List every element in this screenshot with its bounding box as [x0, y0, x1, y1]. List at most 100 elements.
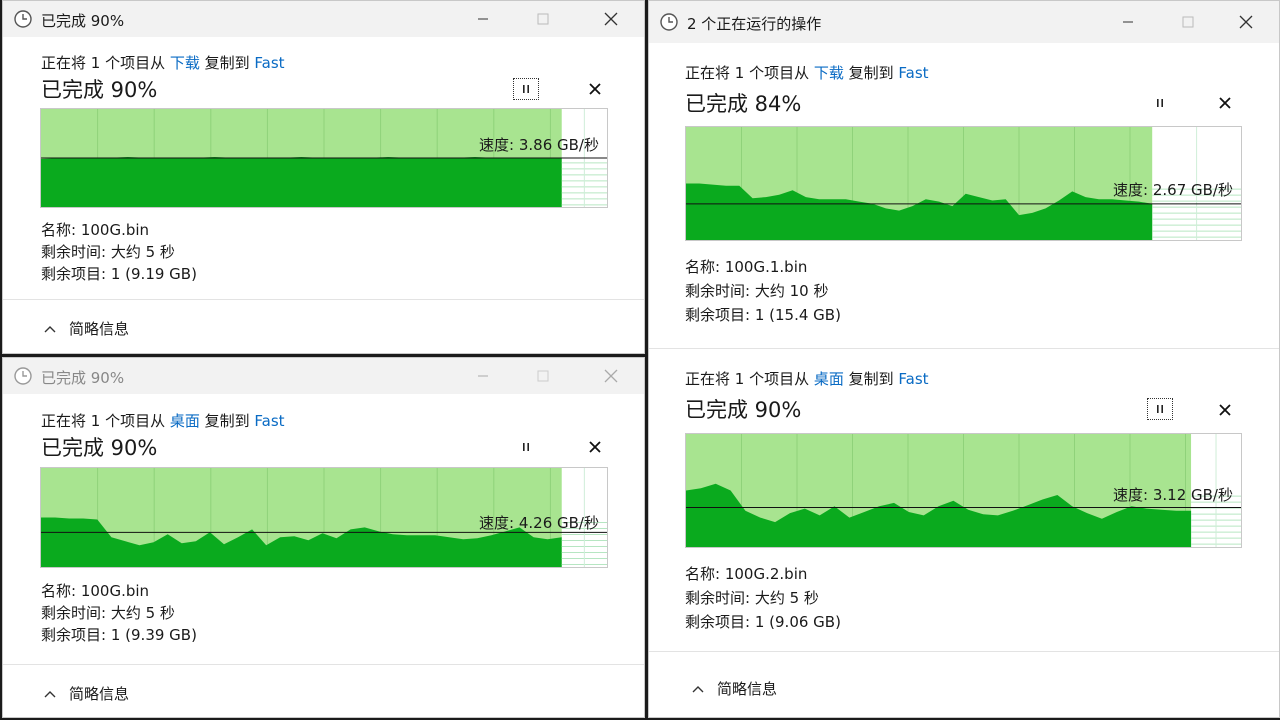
clock-icon: [13, 366, 33, 390]
pause-button[interactable]: [513, 78, 539, 100]
cancel-operation-button[interactable]: [1213, 91, 1237, 115]
speed-history-area: [41, 157, 562, 207]
close-icon: [604, 12, 618, 26]
pause-icon: [523, 443, 529, 451]
speed-label: 速度: 4.26 GB/秒: [479, 514, 599, 532]
operation-description: 正在将 1 个项目从 桌面 复制到 Fast: [685, 368, 929, 389]
cancel-icon: [589, 441, 601, 453]
percent-complete: 已完成 90%: [41, 436, 158, 460]
copy-operation: 正在将 1 个项目从 下载 复制到 Fast 已完成 84% 速度: 2.67 …: [649, 43, 1279, 348]
maximize-icon: [537, 370, 549, 382]
source-link[interactable]: 桌面: [814, 370, 844, 388]
name-row: 名称: 100G.1.bin: [685, 255, 841, 279]
speed-graph: 速度: 4.26 GB/秒: [40, 467, 608, 568]
name-label: 名称:: [685, 565, 721, 583]
items-remaining-row: 剩余项目: 1 (9.06 GB): [685, 610, 841, 634]
description-middle: 复制到: [843, 370, 899, 388]
name-label: 名称:: [41, 221, 77, 239]
close-window-button[interactable]: [1223, 1, 1269, 43]
copy-operation: 正在将 1 个项目从 下载 复制到 Fast 已完成 90% 速度: 3.86 …: [3, 37, 644, 299]
source-link[interactable]: 下载: [814, 64, 844, 82]
name-row: 名称: 100G.bin: [41, 219, 197, 241]
items-remaining-value: 1 (15.4 GB): [754, 306, 841, 324]
maximize-button[interactable]: [520, 1, 566, 37]
cancel-operation-button[interactable]: [583, 435, 607, 459]
pause-button[interactable]: [513, 436, 539, 458]
destination-link[interactable]: Fast: [898, 64, 928, 82]
percent-complete: 已完成 90%: [41, 78, 158, 102]
pause-button[interactable]: [1147, 398, 1173, 420]
destination-link[interactable]: Fast: [898, 370, 928, 388]
copy-dialog-3: 2 个正在运行的操作 正在将 1 个项目从 下载 复制到 Fast 已完成 84…: [648, 0, 1280, 718]
title-bar[interactable]: 2 个正在运行的操作: [649, 1, 1279, 43]
cancel-operation-button[interactable]: [1213, 398, 1237, 422]
copy-operation: 正在将 1 个项目从 桌面 复制到 Fast 已完成 90% 速度: 3.12 …: [649, 349, 1279, 651]
minimize-icon: [1123, 21, 1133, 23]
time-remaining-label: 剩余时间:: [685, 589, 751, 607]
time-remaining-value: 大约 10 秒: [754, 282, 829, 300]
fewer-details-toggle[interactable]: 简略信息: [43, 683, 129, 704]
time-remaining-value: 大约 5 秒: [110, 243, 175, 261]
description-middle: 复制到: [199, 412, 255, 430]
fewer-details-label: 简略信息: [69, 685, 130, 703]
time-remaining-row: 剩余时间: 大约 5 秒: [41, 602, 197, 624]
fewer-details-label: 简略信息: [69, 320, 130, 338]
operation-description: 正在将 1 个项目从 桌面 复制到 Fast: [41, 410, 285, 431]
percent-complete: 已完成 84%: [685, 92, 802, 116]
maximize-button[interactable]: [1165, 1, 1211, 43]
operation-description: 正在将 1 个项目从 下载 复制到 Fast: [41, 52, 285, 73]
clock-icon: [13, 9, 33, 33]
percent-complete: 已完成 90%: [685, 398, 802, 422]
source-link[interactable]: 桌面: [170, 412, 200, 430]
speed-label: 速度: 2.67 GB/秒: [1113, 181, 1233, 199]
close-window-button[interactable]: [588, 358, 634, 394]
description-prefix: 正在将 1 个项目从: [41, 412, 170, 430]
description-prefix: 正在将 1 个项目从: [41, 54, 170, 72]
pause-icon: [1157, 99, 1163, 107]
time-remaining-label: 剩余时间:: [41, 604, 107, 622]
items-remaining-label: 剩余项目:: [41, 265, 107, 283]
items-remaining-value: 1 (9.06 GB): [754, 613, 841, 631]
destination-link[interactable]: Fast: [254, 412, 284, 430]
destination-link[interactable]: Fast: [254, 54, 284, 72]
time-remaining-value: 大约 5 秒: [754, 589, 819, 607]
operation-description: 正在将 1 个项目从 下载 复制到 Fast: [685, 62, 929, 83]
chevron-up-icon: [44, 325, 56, 332]
maximize-icon: [537, 13, 549, 25]
fewer-details-toggle[interactable]: 简略信息: [43, 318, 129, 339]
pause-icon: [1157, 405, 1163, 413]
minimize-button[interactable]: [460, 1, 506, 37]
copy-dialog-1: 已完成 90% 正在将 1 个项目从 下载 复制到 Fast 已完成 90% 速…: [2, 0, 645, 354]
close-icon: [604, 369, 618, 383]
fewer-details-toggle[interactable]: 简略信息: [691, 678, 777, 699]
description-middle: 复制到: [199, 54, 255, 72]
cancel-operation-button[interactable]: [583, 77, 607, 101]
speed-graph-plot: [41, 109, 607, 207]
speed-graph: 速度: 2.67 GB/秒: [685, 126, 1242, 241]
source-link[interactable]: 下载: [170, 54, 200, 72]
time-remaining-label: 剩余时间:: [41, 243, 107, 261]
speed-graph: 速度: 3.12 GB/秒: [685, 433, 1242, 548]
speed-label: 速度: 3.12 GB/秒: [1113, 486, 1233, 504]
description-prefix: 正在将 1 个项目从: [685, 370, 814, 388]
file-name: 100G.bin: [80, 221, 150, 239]
maximize-button[interactable]: [520, 358, 566, 394]
name-row: 名称: 100G.bin: [41, 580, 197, 602]
close-window-button[interactable]: [588, 1, 634, 37]
items-remaining-label: 剩余项目:: [685, 613, 751, 631]
minimize-button[interactable]: [1105, 1, 1151, 43]
cancel-icon: [1219, 404, 1231, 416]
minimize-icon: [478, 18, 488, 20]
title-bar[interactable]: 已完成 90%: [3, 358, 644, 394]
transfer-details: 名称: 100G.2.bin 剩余时间: 大约 5 秒 剩余项目: 1 (9.0…: [685, 562, 841, 634]
dialog-footer: 简略信息: [3, 664, 644, 717]
transfer-details: 名称: 100G.bin 剩余时间: 大约 5 秒 剩余项目: 1 (9.39 …: [41, 580, 197, 646]
transfer-details: 名称: 100G.1.bin 剩余时间: 大约 10 秒 剩余项目: 1 (15…: [685, 255, 841, 327]
name-label: 名称:: [41, 582, 77, 600]
description-middle: 复制到: [843, 64, 899, 82]
time-remaining-row: 剩余时间: 大约 5 秒: [685, 586, 841, 610]
chevron-up-icon: [692, 685, 704, 692]
title-bar[interactable]: 已完成 90%: [3, 1, 644, 37]
minimize-button[interactable]: [460, 358, 506, 394]
pause-button[interactable]: [1147, 92, 1173, 114]
